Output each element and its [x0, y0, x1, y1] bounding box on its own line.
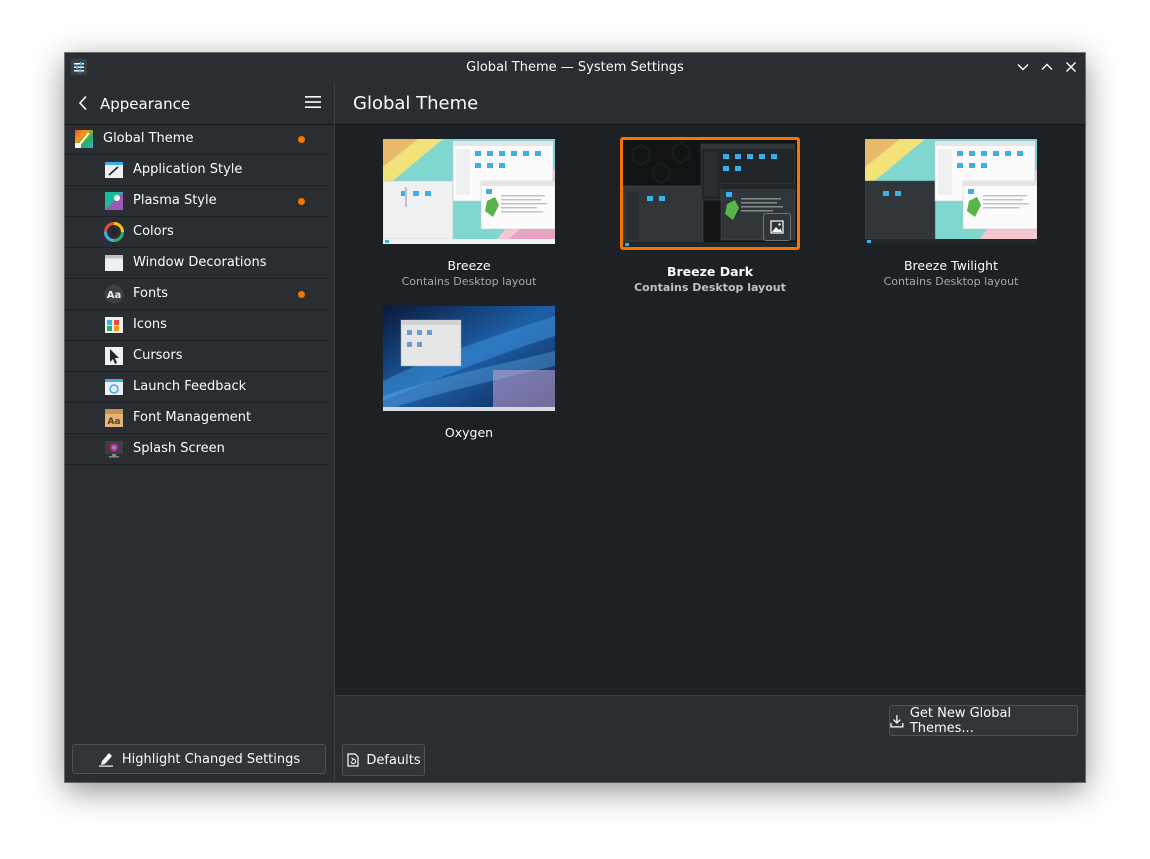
sidebar-item-launch-feedback[interactable]: Launch Feedback: [65, 372, 328, 403]
defaults-button-label: Defaults: [366, 752, 421, 768]
sidebar: Appearance Global Theme Application Styl…: [65, 82, 335, 782]
sidebar-header: Appearance: [65, 82, 334, 125]
minimize-button[interactable]: [1016, 60, 1030, 74]
sidebar-item-icons[interactable]: Icons: [65, 310, 328, 341]
sidebar-item-font-management[interactable]: Aa Font Management: [65, 403, 328, 434]
sidebar-item-plasma-style[interactable]: Plasma Style: [65, 186, 328, 217]
cursors-icon: [105, 347, 123, 365]
sidebar-item-label: Plasma Style: [133, 193, 217, 208]
breeze-twilight-preview-image: [865, 139, 1037, 244]
theme-name: Breeze: [447, 258, 491, 273]
theme-description: Contains Desktop layout: [401, 275, 537, 288]
sidebar-item-label: Fonts: [133, 286, 169, 301]
defaults-button[interactable]: Defaults: [342, 744, 425, 776]
changed-indicator: [298, 136, 305, 143]
highlighter-icon: [98, 753, 113, 767]
sidebar-item-window-decorations[interactable]: Window Decorations: [65, 248, 328, 279]
sidebar-list: Global Theme Application Style Plasma St…: [65, 124, 328, 465]
highlight-button-label: Highlight Changed Settings: [121, 751, 301, 767]
image-icon: [770, 220, 784, 234]
sidebar-item-label: Colors: [133, 224, 174, 239]
sidebar-item-splash-screen[interactable]: Splash Screen: [65, 434, 328, 465]
sidebar-item-colors[interactable]: Colors: [65, 217, 328, 248]
sidebar-item-cursors[interactable]: Cursors: [65, 341, 328, 372]
launch-feedback-icon: [105, 379, 123, 395]
document-revert-icon: [347, 753, 359, 767]
sidebar-item-label: Splash Screen: [133, 441, 225, 456]
plasma-style-icon: [105, 192, 123, 210]
sidebar-item-label: Window Decorations: [133, 255, 267, 270]
theme-name: Breeze Dark: [666, 264, 754, 279]
highlight-changed-settings-button[interactable]: Highlight Changed Settings: [72, 744, 326, 774]
theme-description: Contains Desktop layout: [883, 275, 1019, 288]
sidebar-item-label: Application Style: [133, 162, 243, 177]
splash-screen-icon: [105, 441, 123, 458]
svg-text:Aa: Aa: [107, 417, 120, 427]
close-button[interactable]: [1064, 60, 1078, 74]
theme-card-breeze-twilight[interactable]: Breeze Twilight Contains Desktop layout: [851, 139, 1051, 290]
main-header: Global Theme: [335, 82, 1085, 125]
colors-icon: [104, 222, 124, 242]
svg-text:Aa: Aa: [107, 290, 122, 301]
wallpaper-button[interactable]: [763, 213, 791, 241]
window-title: Global Theme — System Settings: [466, 60, 684, 75]
theme-preview-selected: [620, 137, 800, 250]
sidebar-item-fonts[interactable]: Aa Fonts: [65, 279, 328, 310]
hamburger-menu-icon[interactable]: [305, 95, 321, 109]
footer-bar: Get New Global Themes... Defaults: [335, 695, 1085, 782]
theme-preview: [383, 139, 555, 244]
sidebar-item-label: Font Management: [133, 410, 252, 425]
theme-name: Breeze Twilight: [903, 258, 998, 273]
back-arrow-icon[interactable]: [77, 95, 89, 111]
download-icon: [890, 714, 904, 728]
theme-card-breeze[interactable]: Breeze Contains Desktop layout: [369, 139, 569, 290]
get-new-button-label: Get New Global Themes...: [909, 705, 1012, 736]
icons-icon: [105, 317, 123, 333]
theme-card-oxygen[interactable]: Oxygen: [369, 306, 569, 441]
breeze-preview-image: [383, 139, 555, 244]
sidebar-item-application-style[interactable]: Application Style: [65, 155, 328, 186]
maximize-button[interactable]: [1040, 60, 1054, 74]
theme-name: Oxygen: [444, 425, 494, 440]
title-bar[interactable]: Global Theme — System Settings: [65, 53, 1085, 82]
changed-indicator: [298, 291, 305, 298]
get-new-global-themes-button[interactable]: Get New Global Themes...: [889, 705, 1078, 736]
sidebar-item-label: Cursors: [133, 348, 183, 363]
main-panel: Global Theme Breeze Contains Desktop lay…: [335, 82, 1085, 782]
sidebar-item-global-theme[interactable]: Global Theme: [65, 124, 328, 155]
theme-card-breeze-dark[interactable]: Breeze Dark Contains Desktop layout: [610, 137, 810, 296]
fonts-icon: Aa: [104, 284, 124, 304]
oxygen-preview-image: [383, 306, 555, 411]
theme-description: Contains Desktop layout: [634, 281, 786, 294]
sidebar-item-label: Launch Feedback: [133, 379, 247, 394]
changed-indicator: [298, 198, 305, 205]
application-style-icon: [105, 162, 123, 178]
theme-preview: [383, 306, 555, 411]
theme-preview: [865, 139, 1037, 244]
global-theme-icon: [75, 130, 93, 148]
sidebar-title: Appearance: [100, 95, 191, 113]
font-management-icon: Aa: [105, 409, 123, 427]
window-decorations-icon: [105, 255, 123, 271]
sidebar-item-label: Icons: [133, 317, 167, 332]
system-settings-window: Global Theme — System Settings Appearanc…: [65, 53, 1085, 782]
page-title: Global Theme: [353, 93, 479, 114]
sidebar-item-label: Global Theme: [103, 131, 194, 146]
